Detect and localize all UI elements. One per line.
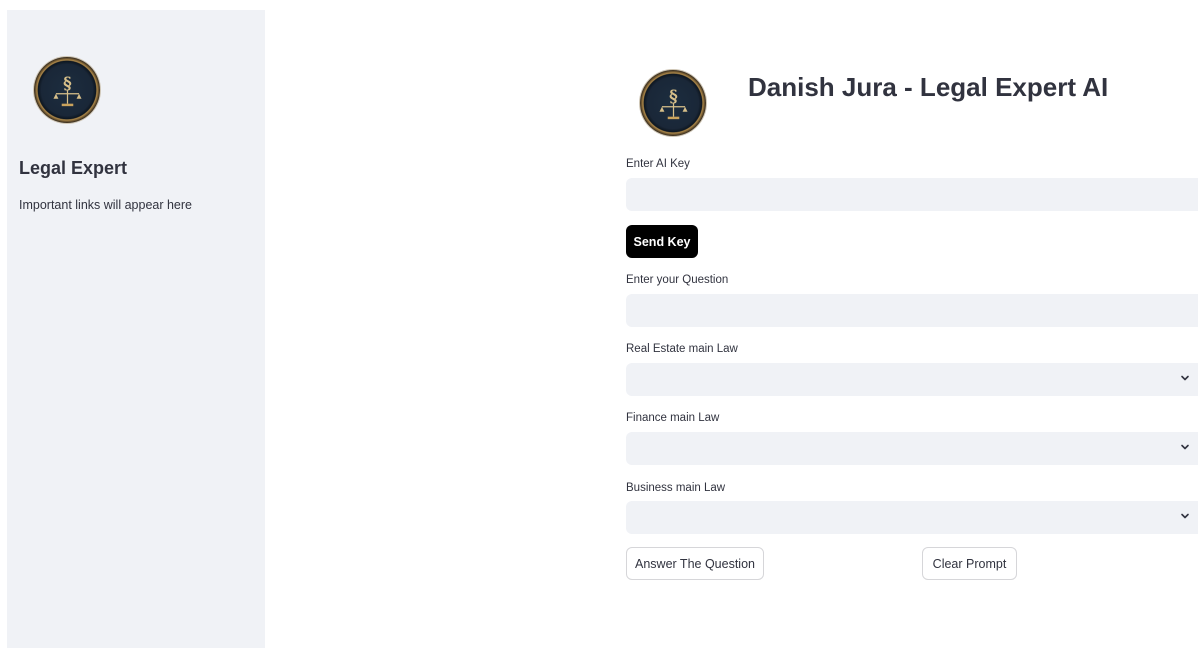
question-input[interactable] bbox=[626, 294, 1198, 327]
real-estate-law-select[interactable] bbox=[626, 363, 1198, 396]
business-law-select[interactable] bbox=[626, 501, 1198, 534]
clear-prompt-button[interactable]: Clear Prompt bbox=[922, 547, 1017, 580]
legal-seal-icon: § bbox=[640, 70, 706, 136]
ai-key-label: Enter AI Key bbox=[626, 158, 690, 170]
business-law-label: Business main Law bbox=[626, 482, 726, 494]
legal-seal-icon: § bbox=[34, 57, 100, 123]
ai-key-input[interactable] bbox=[626, 178, 1198, 211]
chevron-down-icon bbox=[1181, 444, 1189, 450]
answer-question-button[interactable]: Answer The Question bbox=[626, 547, 764, 580]
chevron-down-icon bbox=[1181, 375, 1189, 381]
chevron-down-icon bbox=[1181, 513, 1189, 519]
sidebar: § Legal Expert Important links will appe… bbox=[7, 10, 265, 648]
finance-law-label: Finance main Law bbox=[626, 412, 720, 424]
question-label: Enter your Question bbox=[626, 274, 729, 286]
page-title: Danish Jura - Legal Expert AI bbox=[748, 72, 1109, 102]
sidebar-title: Legal Expert bbox=[19, 158, 128, 178]
finance-law-select[interactable] bbox=[626, 432, 1198, 465]
svg-text:§: § bbox=[63, 73, 72, 92]
real-estate-law-label: Real Estate main Law bbox=[626, 343, 738, 355]
svg-text:§: § bbox=[669, 86, 678, 105]
sidebar-links-placeholder: Important links will appear here bbox=[19, 198, 192, 212]
app-root: § Legal Expert Important links will appe… bbox=[0, 0, 1198, 648]
send-key-button[interactable]: Send Key bbox=[626, 225, 698, 258]
